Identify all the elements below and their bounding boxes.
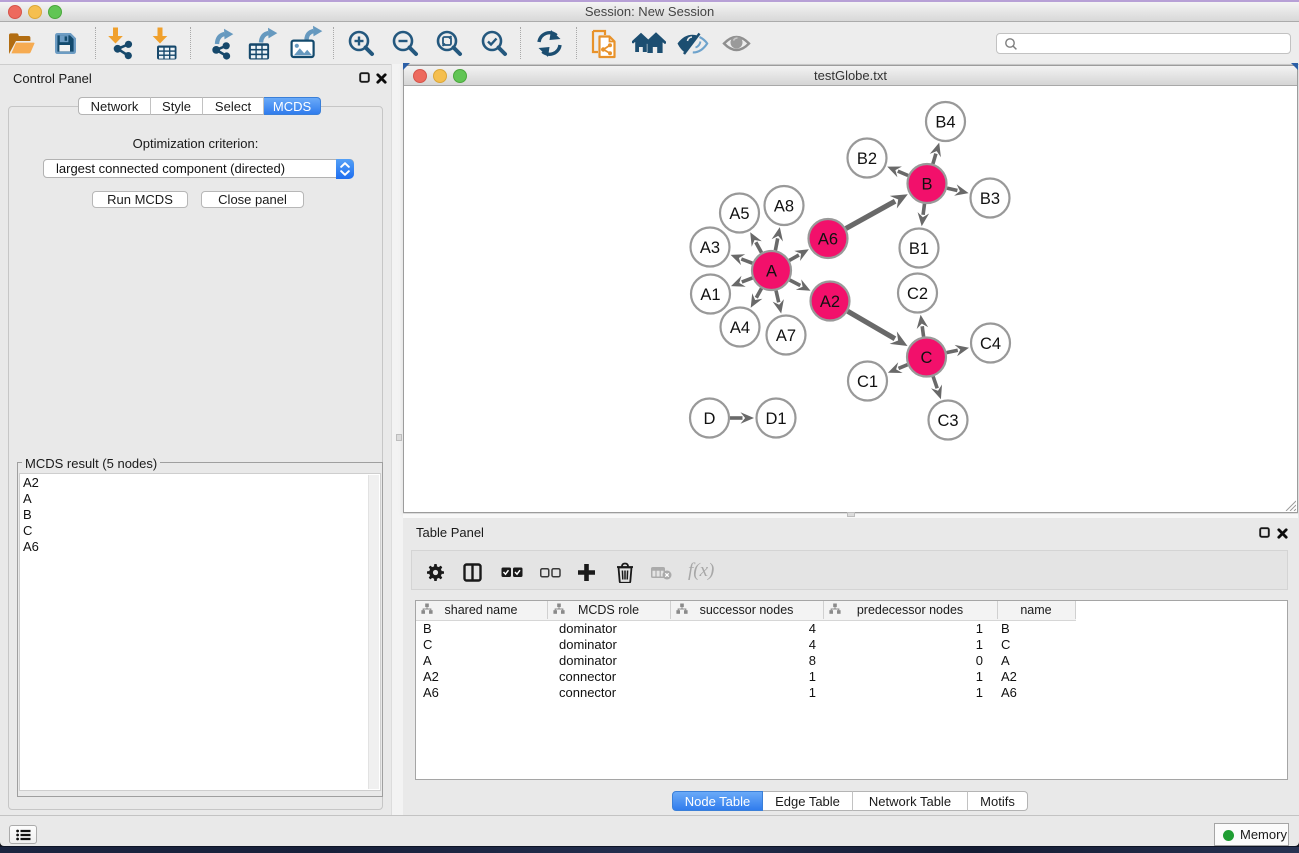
svg-text:C: C [921, 349, 933, 367]
svg-text:A1: A1 [700, 286, 720, 304]
svg-text:C2: C2 [907, 285, 928, 303]
svg-text:B1: B1 [909, 240, 929, 258]
svg-text:A6: A6 [818, 230, 838, 248]
svg-text:A5: A5 [729, 205, 749, 223]
svg-text:B4: B4 [935, 113, 955, 131]
svg-text:B2: B2 [857, 150, 877, 168]
svg-text:A3: A3 [700, 239, 720, 257]
svg-text:A4: A4 [730, 319, 750, 337]
svg-text:A8: A8 [774, 197, 794, 215]
svg-text:B3: B3 [980, 190, 1000, 208]
svg-text:C4: C4 [980, 335, 1001, 353]
svg-text:D: D [704, 410, 716, 428]
svg-text:C3: C3 [937, 412, 958, 430]
svg-text:C1: C1 [857, 373, 878, 391]
svg-text:A7: A7 [776, 327, 796, 345]
svg-text:B: B [921, 175, 932, 193]
svg-text:A2: A2 [820, 293, 840, 311]
svg-text:A: A [766, 262, 777, 280]
svg-text:D1: D1 [765, 410, 786, 428]
